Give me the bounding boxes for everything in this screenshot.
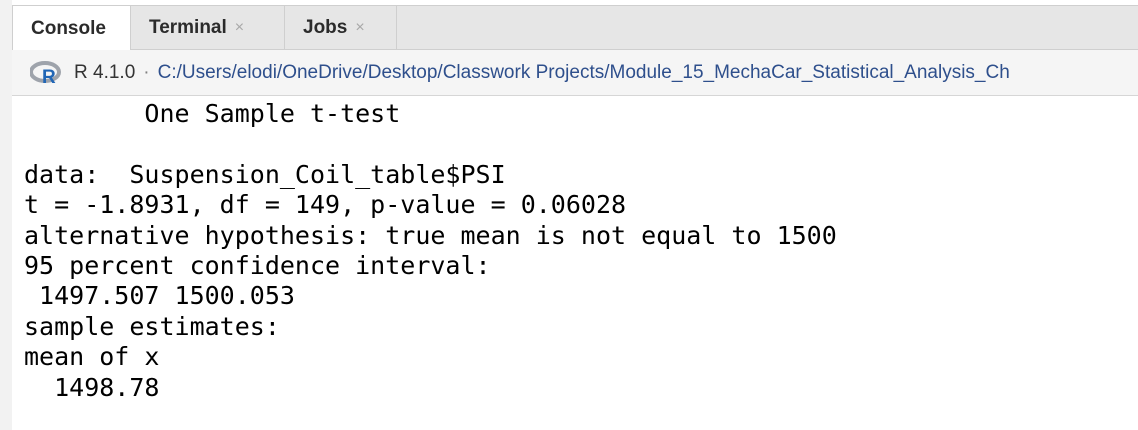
console-path-bar: R R 4.1.0 · C:/Users/elodi/OneDrive/Desk… <box>12 50 1138 96</box>
path-separator: · <box>143 61 150 83</box>
pane-tab-bar: Console Terminal × Jobs × <box>12 5 1138 51</box>
stats-line: t = -1.8931, df = 149, p-value = 0.06028 <box>24 190 627 220</box>
working-directory-link[interactable]: C:/Users/elodi/OneDrive/Desktop/Classwor… <box>158 62 1010 84</box>
svg-text:R: R <box>42 67 56 85</box>
tab-jobs[interactable]: Jobs × <box>285 5 397 50</box>
data-line: data: Suspension_Coil_table$PSI <box>24 159 506 189</box>
tab-console[interactable]: Console <box>12 5 131 51</box>
alternative-hypothesis-line: alternative hypothesis: true mean is not… <box>24 220 837 250</box>
pane-left-gutter <box>0 0 12 430</box>
confidence-interval-values: 1497.507 1500.053 <box>24 281 295 311</box>
close-icon[interactable]: × <box>355 19 364 37</box>
tab-console-label: Console <box>31 17 106 39</box>
tab-jobs-label: Jobs <box>303 16 348 38</box>
tab-terminal-label: Terminal <box>149 16 227 38</box>
console-text: One Sample t-test data: Suspension_Coil_… <box>24 99 837 403</box>
sample-estimates-label: sample estimates: <box>24 311 280 341</box>
r-version: R 4.1.0 <box>74 61 136 83</box>
console-output[interactable]: One Sample t-test data: Suspension_Coil_… <box>12 96 1138 430</box>
r-logo-icon: R <box>30 60 61 85</box>
estimate-value: 1498.78 <box>24 372 160 402</box>
close-icon[interactable]: × <box>235 19 244 37</box>
estimate-header: mean of x <box>24 342 160 372</box>
tab-terminal[interactable]: Terminal × <box>131 5 285 50</box>
confidence-interval-label: 95 percent confidence interval: <box>24 250 491 280</box>
rstudio-console-pane: Console Terminal × Jobs × R R 4.1.0 · C:… <box>0 0 1138 430</box>
ttest-title: One Sample t-test <box>24 99 401 128</box>
